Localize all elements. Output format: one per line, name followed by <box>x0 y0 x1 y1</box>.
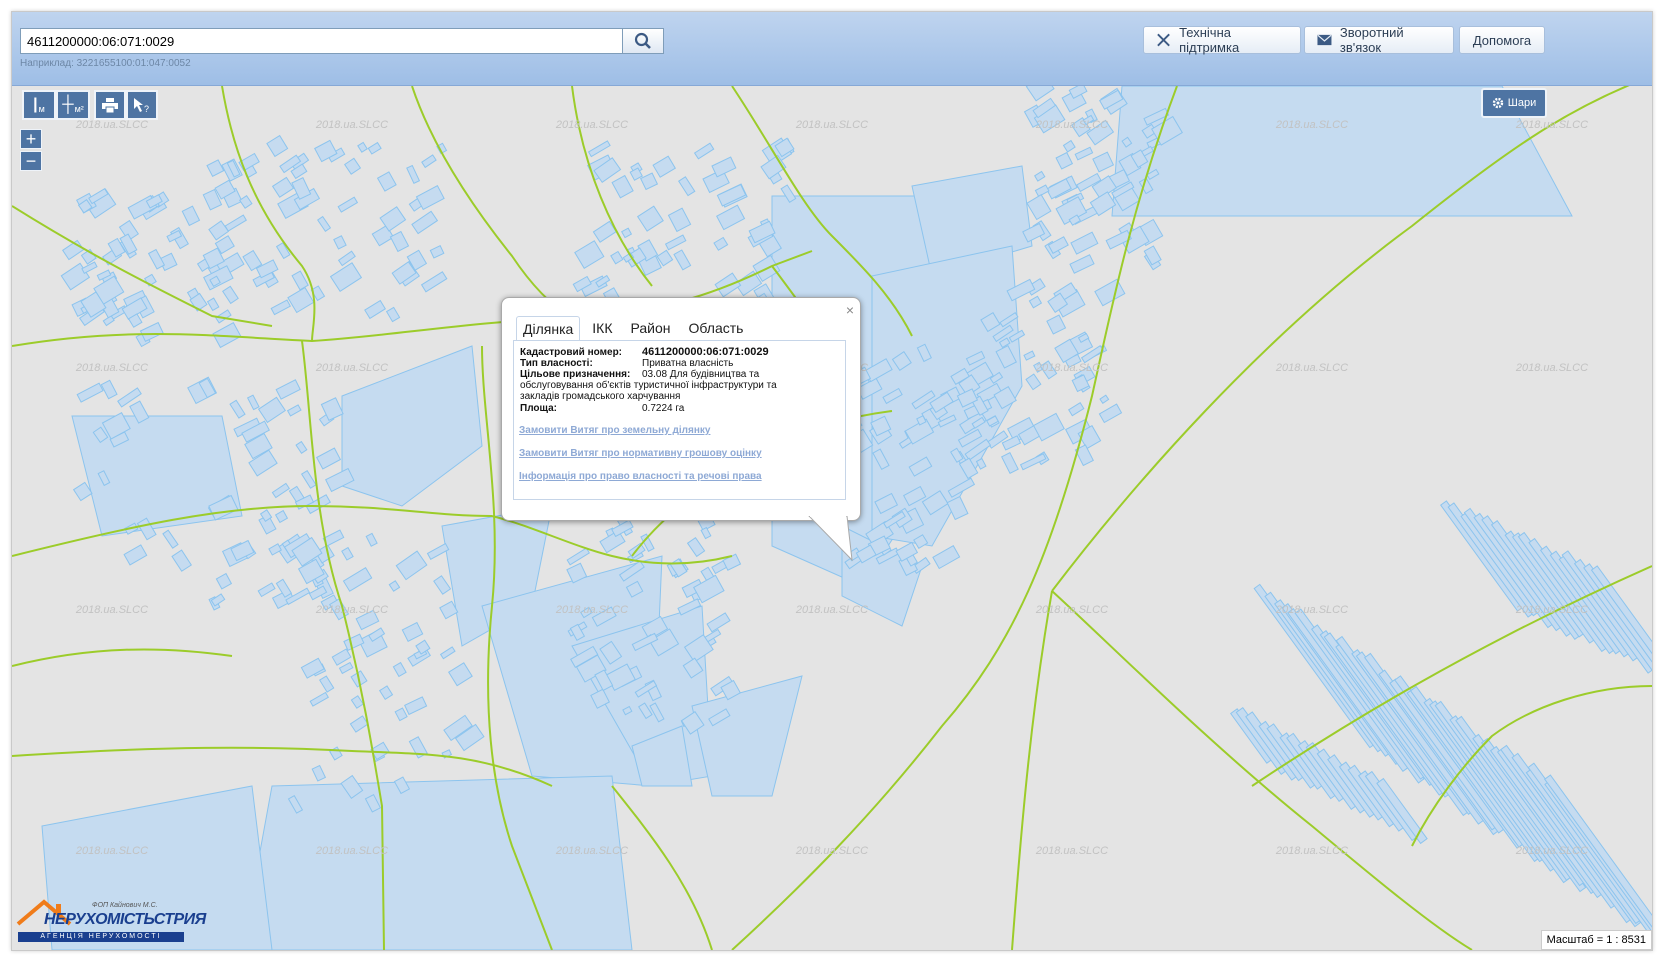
measure-area-button[interactable]: ┼ м² <box>56 90 90 120</box>
map-watermark: 2018.ua.SLCC <box>555 119 628 131</box>
map-watermark: 2018.ua.SLCC <box>1275 604 1348 616</box>
order-land-extract-link[interactable]: Замовити Витяг про земельну ділянку <box>519 425 710 436</box>
layers-label: Шари <box>1507 97 1537 109</box>
envelope-icon <box>1317 34 1332 46</box>
tab-district[interactable]: Район <box>625 316 677 341</box>
layers-button[interactable]: Шари <box>1481 88 1547 118</box>
map-watermark: 2018.ua.SLCC <box>795 845 868 857</box>
tech-support-button[interactable]: Технічна підтримка <box>1143 25 1301 55</box>
company-logo: ФОП Кайнович М.С. НЕРУХОМІСТЬСТРИЯ АГЕНЦ… <box>16 898 206 946</box>
map-watermark: 2018.ua.SLCC <box>75 845 148 857</box>
search-icon <box>634 32 651 49</box>
measure-length-button[interactable]: | м <box>22 90 56 120</box>
print-button[interactable] <box>94 90 126 120</box>
logo-owner-text: ФОП Кайнович М.С. <box>92 902 158 909</box>
help-label: Допомога <box>1472 32 1532 48</box>
ruler-icon: | <box>33 96 38 113</box>
map-watermark: 2018.ua.SLCC <box>315 119 388 131</box>
map-watermark: 2018.ua.SLCC <box>1275 362 1348 374</box>
map-watermark: 2018.ua.SLCC <box>555 604 628 616</box>
tab-ikk[interactable]: ІКК <box>586 316 618 341</box>
search-box <box>20 28 664 54</box>
ownership-type-label: Тип власності: <box>520 358 593 369</box>
map-watermark: 2018.ua.SLCC <box>1035 604 1108 616</box>
svg-text:?: ? <box>144 104 149 113</box>
map-watermark: 2018.ua.SLCC <box>1515 119 1588 131</box>
map-watermark: 2018.ua.SLCC <box>315 604 388 616</box>
measure-length-label: м <box>38 104 45 114</box>
map-watermark: 2018.ua.SLCC <box>1035 845 1108 857</box>
map-watermark: 2018.ua.SLCC <box>555 845 628 857</box>
map-watermark: 2018.ua.SLCC <box>795 604 868 616</box>
map-watermark: 2018.ua.SLCC <box>1275 119 1348 131</box>
order-valuation-extract-link[interactable]: Замовити Витяг про нормативну грошову оц… <box>519 448 762 459</box>
help-button[interactable]: Допомога <box>1459 26 1545 54</box>
map-watermark: 2018.ua.SLCC <box>1035 119 1108 131</box>
ownership-rights-link[interactable]: Інформація про право власності та речові… <box>519 471 762 482</box>
zoom-in-button[interactable]: + <box>20 129 42 149</box>
cadastral-search-input[interactable] <box>21 29 625 53</box>
feedback-label: Зворотний зв'язок <box>1339 25 1404 55</box>
search-example-hint: Наприклад: 3221655100:01:047:0052 <box>20 58 191 69</box>
map-watermark: 2018.ua.SLCC <box>795 119 868 131</box>
map-watermark: 2018.ua.SLCC <box>1515 604 1588 616</box>
app-window: 2018.ua.SLCC 2018.ua.SLCC 2018.ua.SLCC 2018… <box>11 11 1653 951</box>
map-watermark: 2018.ua.SLCC <box>75 119 148 131</box>
tools-icon <box>1157 33 1170 47</box>
cadastral-number-label: Кадастровий номер: <box>520 347 623 358</box>
logo-subtitle: АГЕНЦІЯ НЕРУХОМОСТІ <box>18 932 184 942</box>
parcel-info-popup: × Ділянка ІКК Район Область Кадастровий … <box>501 297 861 562</box>
area-ruler-icon: ┼ <box>62 96 74 113</box>
gear-icon <box>1492 97 1503 109</box>
popup-tabs: Ділянка ІКК Район Область <box>516 316 755 341</box>
purpose-label: Цільове призначення: <box>520 369 631 380</box>
land-parcel <box>241 775 633 950</box>
header-bar: Наприклад: 3221655100:01:047:0052 Техніч… <box>12 12 1652 86</box>
map-watermark: 2018.ua.SLCC <box>1035 362 1108 374</box>
cadastral-number-value: 4611200000:06:071:0029 <box>642 346 769 358</box>
feedback-button[interactable]: Зворотний зв'язок <box>1304 25 1454 55</box>
tech-support-label: Технічна підтримка <box>1179 25 1240 55</box>
map-watermark: 2018.ua.SLCC <box>1515 845 1588 857</box>
cursor-question-icon: ? <box>134 98 149 113</box>
area-label: Площа: <box>520 403 557 414</box>
tab-parcel[interactable]: Ділянка <box>516 316 581 341</box>
identify-button[interactable]: ? <box>126 90 158 120</box>
map-watermark: 2018.ua.SLCC <box>315 362 388 374</box>
area-value: 0.7224 га <box>642 403 685 414</box>
map-watermark: 2018.ua.SLCC <box>75 362 148 374</box>
zoom-out-button[interactable]: − <box>20 151 42 171</box>
map-watermark: 2018.ua.SLCC <box>75 604 148 616</box>
popup-close-button[interactable]: × <box>846 302 854 318</box>
map-watermark: 2018.ua.SLCC <box>1275 845 1348 857</box>
map-scale: Масштаб = 1 : 8531 <box>1540 930 1652 950</box>
popup-pointer <box>808 516 853 562</box>
map-watermark: 2018.ua.SLCC <box>315 845 388 857</box>
printer-icon <box>102 97 118 113</box>
tab-region[interactable]: Область <box>683 316 750 341</box>
logo-name: НЕРУХОМІСТЬСТРИЯ <box>44 911 206 928</box>
purpose-row: Цільове призначення: 03.08 Для будівницт… <box>520 369 840 402</box>
search-button[interactable] <box>622 28 664 54</box>
map-watermark: 2018.ua.SLCC <box>1515 362 1588 374</box>
measure-area-label: м² <box>74 104 84 114</box>
ownership-type-value: Приватна власність <box>642 358 734 369</box>
parcel-info-panel: Кадастровий номер: 4611200000:06:071:002… <box>513 340 846 500</box>
